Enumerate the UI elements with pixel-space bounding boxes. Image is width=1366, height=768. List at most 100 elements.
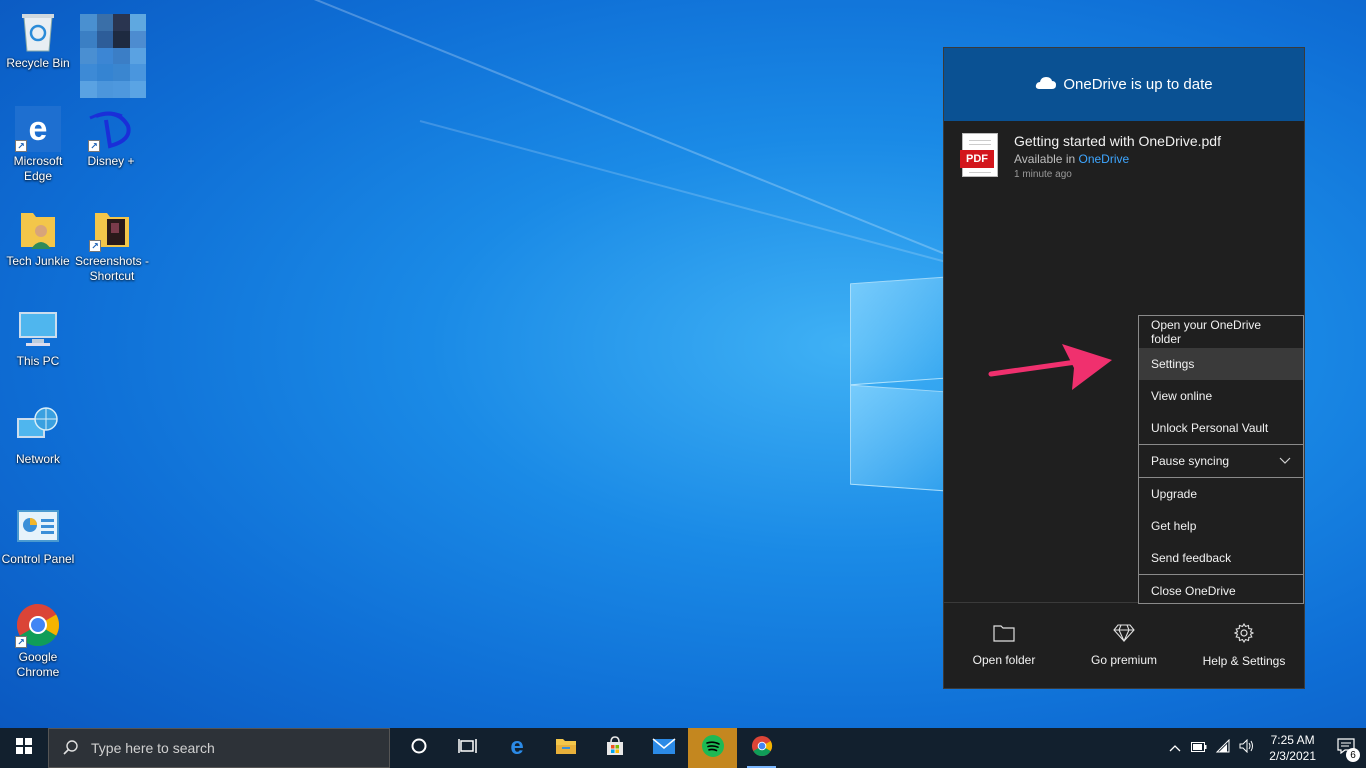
help-settings-button[interactable]: Help & Settings xyxy=(1189,622,1299,668)
battery-button[interactable] xyxy=(1187,728,1211,768)
diamond-icon xyxy=(1113,624,1135,645)
taskbar-store-button[interactable] xyxy=(590,728,639,768)
computer-icon xyxy=(15,306,61,352)
desktop-icon-tech-junkie[interactable]: Tech Junkie xyxy=(0,206,76,269)
desktop-icon-this-pc[interactable]: This PC xyxy=(0,306,76,369)
system-tray: 7:25 AM 2/3/2021 6 xyxy=(1163,728,1366,768)
folder-icon xyxy=(993,624,1015,645)
taskbar-edge-button[interactable]: e xyxy=(492,728,541,768)
file-location: Available in OneDrive xyxy=(1014,152,1221,166)
edge-icon: e xyxy=(506,733,528,762)
onedrive-link[interactable]: OneDrive xyxy=(1079,152,1130,166)
menu-item-open-folder[interactable]: Open your OneDrive folder xyxy=(1139,316,1303,348)
menu-item-upgrade[interactable]: Upgrade xyxy=(1139,478,1303,510)
battery-icon xyxy=(1191,739,1207,757)
svg-text:e: e xyxy=(510,735,523,757)
action-center-button[interactable]: 6 xyxy=(1326,728,1366,768)
desktop-icon-disney-plus[interactable]: ↗ Disney + xyxy=(73,106,149,169)
desktop-icon-network[interactable]: Network xyxy=(0,404,76,467)
pdf-file-icon: PDF xyxy=(960,133,998,177)
desktop-icon-label: Google Chrome xyxy=(16,650,60,679)
menu-item-view-online[interactable]: View online xyxy=(1139,380,1303,412)
desktop-icon-label: Disney + xyxy=(87,154,135,168)
taskbar-search-box[interactable]: Type here to search xyxy=(48,728,390,768)
desktop-icon-edge[interactable]: e ↗ Microsoft Edge xyxy=(0,106,76,184)
taskbar-spotify-button[interactable] xyxy=(688,728,737,768)
annotation-arrow xyxy=(988,338,1118,399)
pause-syncing-label: Pause syncing xyxy=(1151,454,1230,468)
taskbar-file-explorer-button[interactable] xyxy=(541,728,590,768)
shortcut-arrow-icon: ↗ xyxy=(15,636,27,648)
cortana-button[interactable] xyxy=(394,728,443,768)
control-panel-icon xyxy=(15,504,61,550)
desktop-icon-label: Tech Junkie xyxy=(6,254,70,268)
shortcut-arrow-icon: ↗ xyxy=(89,240,101,252)
task-view-button[interactable] xyxy=(443,728,492,768)
onedrive-context-menu: Open your OneDrive folder Settings View … xyxy=(1138,315,1304,604)
desktop-icon-label: Microsoft Edge xyxy=(13,154,63,183)
desktop-icon-label: Control Panel xyxy=(1,552,75,566)
cloud-icon xyxy=(1035,76,1057,94)
taskbar-mail-button[interactable] xyxy=(639,728,688,768)
open-folder-button[interactable]: Open folder xyxy=(949,624,1059,667)
file-name: Getting started with OneDrive.pdf xyxy=(1014,133,1221,149)
desktop-icon-label: Screenshots - Shortcut xyxy=(74,254,150,283)
volume-button[interactable] xyxy=(1235,728,1259,768)
recent-file-item[interactable]: PDF Getting started with OneDrive.pdf Av… xyxy=(944,121,1304,192)
chrome-icon xyxy=(751,735,773,762)
menu-item-close-onedrive[interactable]: Close OneDrive xyxy=(1139,575,1303,607)
desktop-icon-screenshots[interactable]: ↗ Screenshots - Shortcut xyxy=(74,206,150,284)
search-placeholder: Type here to search xyxy=(91,740,215,756)
onedrive-header: OneDrive is up to date xyxy=(944,48,1304,121)
chevron-down-icon xyxy=(1279,454,1291,468)
user-folder-icon xyxy=(15,206,61,252)
mail-icon xyxy=(652,737,676,760)
desktop-icon-chrome[interactable]: ↗ Google Chrome xyxy=(0,602,76,680)
desktop-icon-recycle-bin[interactable]: Recycle Bin xyxy=(0,8,76,71)
windows-logo-icon xyxy=(16,737,32,759)
onedrive-footer: Open folder Go premium Help & Settings xyxy=(944,602,1304,688)
folder-shortcut-icon: ↗ xyxy=(89,206,135,252)
file-timestamp: 1 minute ago xyxy=(1014,169,1072,180)
menu-item-get-help[interactable]: Get help xyxy=(1139,510,1303,542)
chrome-icon: ↗ xyxy=(15,602,61,648)
svg-text:e: e xyxy=(29,110,48,148)
show-hidden-icons-button[interactable] xyxy=(1163,728,1187,768)
menu-item-pause-syncing[interactable]: Pause syncing xyxy=(1139,445,1303,477)
pdf-badge: PDF xyxy=(960,150,994,168)
chevron-up-icon xyxy=(1169,739,1181,757)
taskbar-clock[interactable]: 7:25 AM 2/3/2021 xyxy=(1259,732,1326,764)
shortcut-arrow-icon: ↗ xyxy=(15,140,27,152)
onedrive-status-text: OneDrive is up to date xyxy=(1063,76,1213,93)
desktop-icon-label: Network xyxy=(15,452,60,466)
menu-item-settings[interactable]: Settings xyxy=(1139,348,1303,380)
notification-count-badge: 6 xyxy=(1346,748,1360,762)
clock-date: 2/3/2021 xyxy=(1269,749,1316,763)
wifi-icon xyxy=(1215,738,1231,758)
file-explorer-icon xyxy=(555,736,577,761)
go-premium-label: Go premium xyxy=(1090,653,1158,667)
help-settings-label: Help & Settings xyxy=(1202,654,1286,668)
desktop-icon-label: Recycle Bin xyxy=(6,56,70,70)
spotify-icon xyxy=(701,734,725,763)
menu-item-send-feedback[interactable]: Send feedback xyxy=(1139,542,1303,574)
wifi-button[interactable] xyxy=(1211,728,1235,768)
start-button[interactable] xyxy=(0,728,48,768)
store-icon xyxy=(604,735,626,762)
cortana-icon xyxy=(410,737,428,760)
recycle-bin-icon xyxy=(15,8,61,54)
desktop-icon-control-panel[interactable]: Control Panel xyxy=(0,504,76,567)
menu-item-unlock-vault[interactable]: Unlock Personal Vault xyxy=(1139,412,1303,444)
go-premium-button[interactable]: Go premium xyxy=(1069,624,1179,667)
speaker-icon xyxy=(1239,738,1255,758)
open-folder-label: Open folder xyxy=(972,653,1036,667)
edge-icon: e ↗ xyxy=(15,106,61,152)
network-icon xyxy=(15,404,61,450)
wallpaper-ray xyxy=(219,0,1055,300)
wallpaper-logo-pane xyxy=(850,276,945,386)
task-view-icon xyxy=(457,737,478,760)
search-icon xyxy=(63,739,79,758)
file-location-prefix: Available in xyxy=(1014,152,1076,166)
taskbar-chrome-button[interactable] xyxy=(737,728,786,768)
desktop-icon-label: This PC xyxy=(16,354,60,368)
